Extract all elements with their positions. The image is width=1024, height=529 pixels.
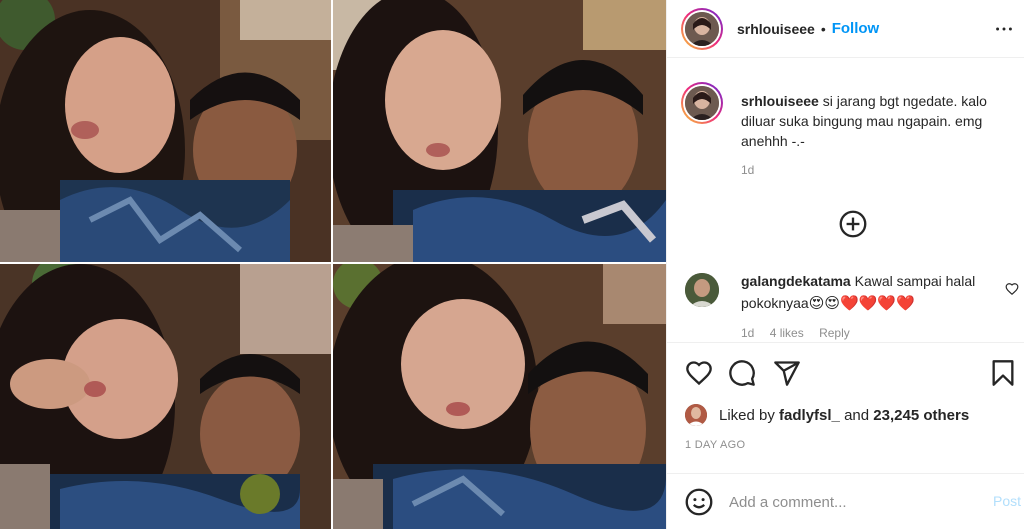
comments-list[interactable]: srhlouiseee si jarang bgt ngedate. kalo …	[667, 59, 1024, 342]
liker-username[interactable]: fadlyfsl_	[779, 407, 840, 424]
comment-text: galangdekatama Kawal sampai halal pokokn…	[741, 270, 1021, 314]
caption-timestamp[interactable]: 1d	[741, 163, 1011, 177]
comment-item: galangdekatama Kawal sampai halal pokokn…	[681, 270, 1021, 340]
comment-emojis: 😍😍❤️❤️❤️❤️	[808, 294, 915, 312]
post-caption: srhlouiseee si jarang bgt ngedate. kalo …	[681, 82, 1011, 177]
post-header: srhlouiseee • Follow	[667, 0, 1024, 58]
bookmark-icon[interactable]	[989, 359, 1017, 387]
comment-meta: 1d 4 likes Reply	[741, 326, 1021, 340]
post-side-panel: srhlouiseee • Follow srhlouiseee si jara…	[666, 0, 1024, 529]
comment-reply-button[interactable]: Reply	[819, 326, 850, 340]
caption-username[interactable]: srhlouiseee	[741, 93, 819, 109]
author-avatar[interactable]	[681, 7, 723, 50]
comment-time: 1d	[741, 326, 755, 340]
heart-outline-icon[interactable]	[685, 359, 713, 387]
grid-divider-horizontal	[0, 262, 666, 264]
smiley-face-icon[interactable]	[685, 488, 713, 516]
likes-summary: Liked by fadlyfsl_ and 23,245 others	[685, 404, 969, 426]
likes-others[interactable]: 23,245 others	[873, 407, 969, 424]
comment-input[interactable]	[729, 488, 969, 516]
grid-divider-vertical	[331, 0, 333, 529]
caption-author-avatar[interactable]	[681, 82, 723, 124]
add-comment-bar: Post	[667, 473, 1024, 529]
photo-tile-top-right	[333, 0, 666, 262]
author-username[interactable]: srhlouiseee	[737, 21, 815, 37]
commenter-username[interactable]: galangdekatama	[741, 273, 851, 289]
likes-prefix: Liked by	[719, 406, 775, 424]
paper-plane-icon[interactable]	[773, 359, 801, 387]
photo-tile-top-left	[0, 0, 331, 262]
comment-likes[interactable]: 4 likes	[770, 326, 804, 340]
likes-conjunction: and	[844, 406, 870, 424]
action-bar	[667, 342, 1024, 400]
commenter-avatar[interactable]	[685, 273, 719, 307]
post-timestamp[interactable]: 1 DAY AGO	[685, 439, 745, 451]
comment-heart-icon[interactable]	[1005, 282, 1019, 296]
post-comment-button[interactable]: Post	[993, 493, 1021, 509]
header-separator: •	[820, 20, 826, 37]
post-photo[interactable]	[0, 0, 666, 529]
more-horizontal-icon[interactable]	[993, 18, 1015, 40]
caption-text: srhlouiseee si jarang bgt ngedate. kalo …	[741, 82, 1011, 151]
follow-button[interactable]: Follow	[832, 20, 880, 37]
plus-circle-icon[interactable]	[839, 210, 867, 238]
photo-tile-bottom-right	[333, 264, 666, 529]
liker-avatar[interactable]	[685, 404, 707, 426]
photo-tile-bottom-left	[0, 264, 331, 529]
comment-bubble-icon[interactable]	[728, 359, 756, 387]
